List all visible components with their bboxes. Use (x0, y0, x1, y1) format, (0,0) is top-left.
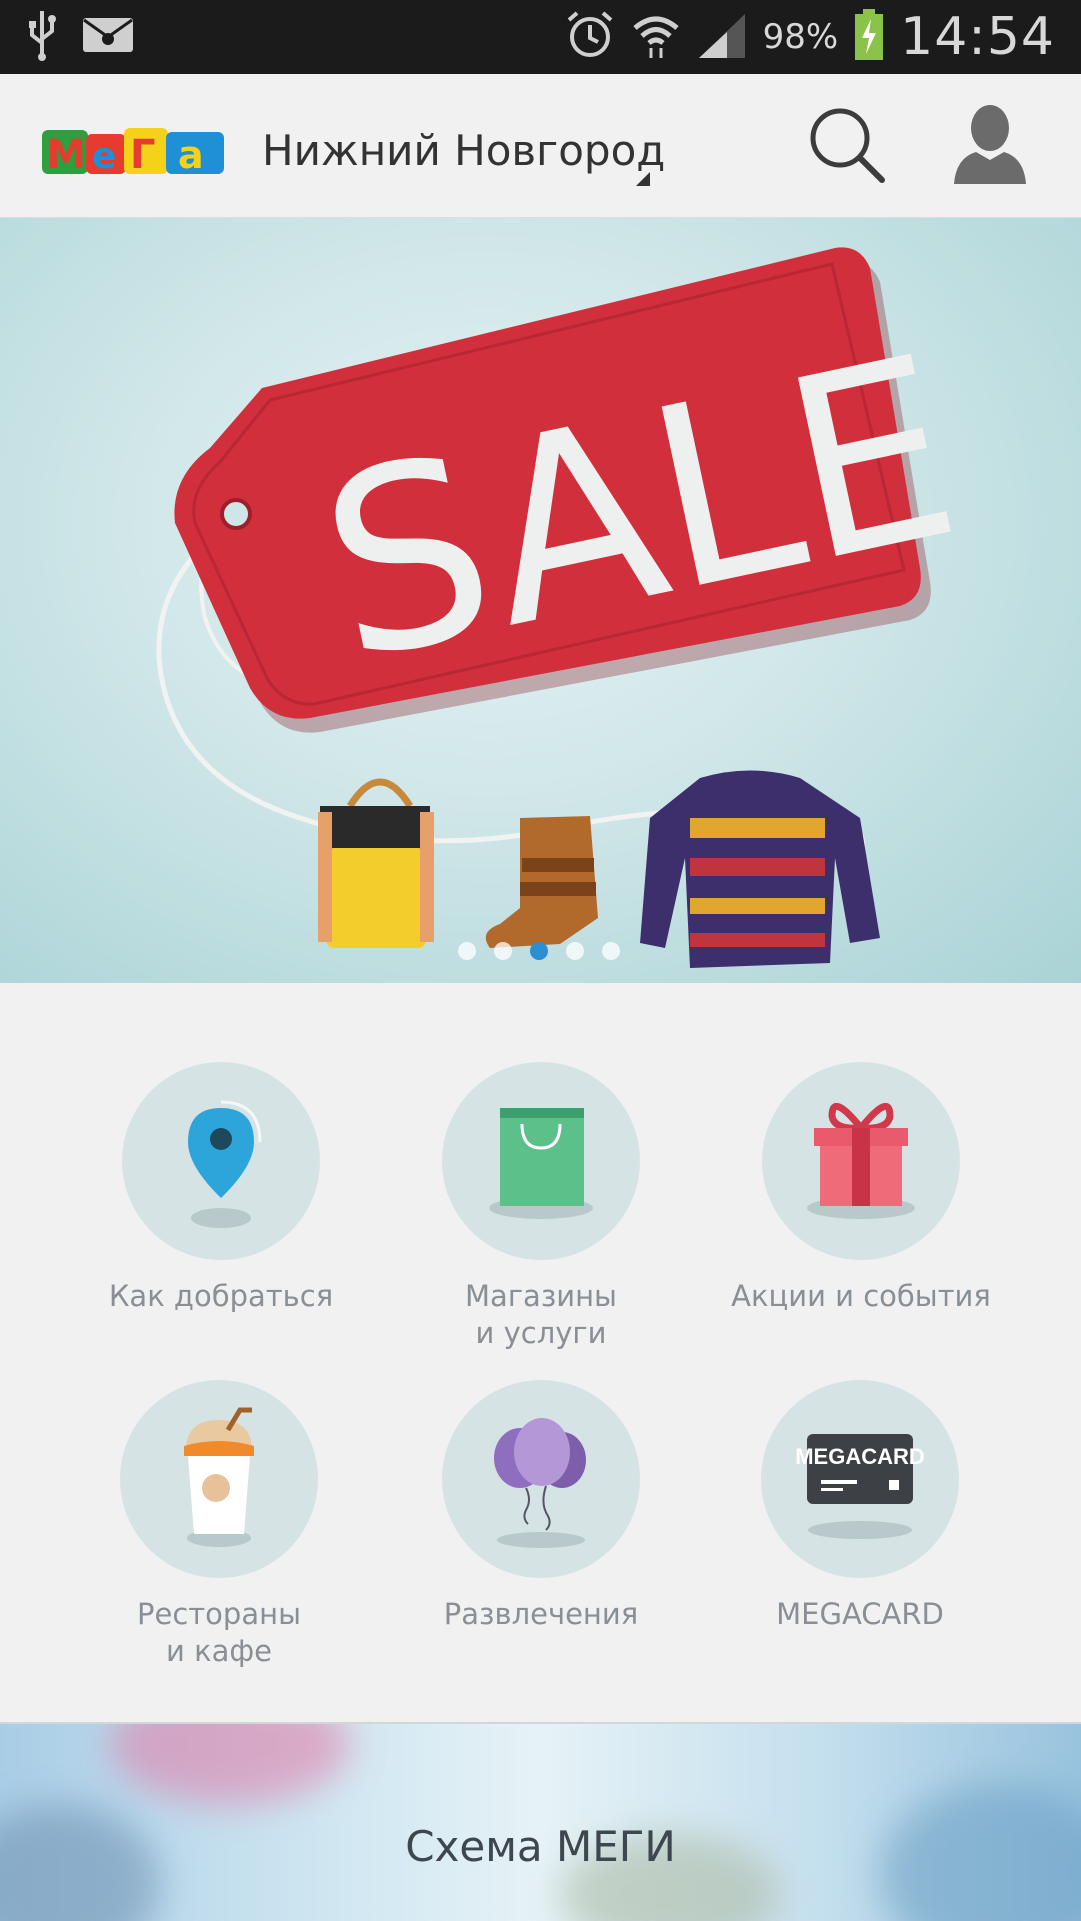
city-dropdown-caret-icon[interactable] (636, 172, 650, 186)
megacard-card-text: MEGACARD (795, 1444, 925, 1469)
shops-circle (442, 1062, 640, 1260)
balloons-icon (494, 1418, 586, 1548)
map-blur-blob (110, 1724, 350, 1804)
mall-map-banner[interactable]: Схема МЕГИ (0, 1722, 1081, 1921)
restaurants-circle (120, 1380, 318, 1578)
tile-entertainment[interactable]: Развлечения (381, 1380, 701, 1633)
carousel-dot-active[interactable] (530, 942, 548, 960)
tile-shops[interactable]: Магазины и услуги (381, 1062, 701, 1352)
svg-text:е: е (92, 136, 116, 177)
battery-percent: 98% (762, 17, 839, 57)
city-selector[interactable]: Нижний Новгород (262, 126, 665, 175)
wifi-icon (631, 10, 681, 65)
status-bar: 98% 14:54 (0, 0, 1081, 74)
tile-events[interactable]: Акции и события (701, 1062, 1021, 1315)
tile-label: Магазины и услуги (465, 1279, 617, 1350)
tile-megacard[interactable]: MEGACARD MEGACARD (700, 1380, 1020, 1633)
carousel-dot[interactable] (458, 942, 476, 960)
events-circle (762, 1062, 960, 1260)
tile-label: Как добраться (108, 1279, 334, 1313)
megacard-circle: MEGACARD (761, 1380, 959, 1578)
shopping-bag-icon (489, 1108, 593, 1219)
user-icon (954, 105, 1026, 184)
tile-restaurants[interactable]: Рестораны и кафе (59, 1380, 379, 1670)
battery-icon (854, 8, 884, 66)
tile-label: Акции и события (731, 1279, 991, 1313)
tile-label: Развлечения (443, 1597, 639, 1631)
entertainment-circle (442, 1380, 640, 1578)
usb-icon (28, 9, 56, 66)
promo-banner[interactable]: SALE (0, 218, 1081, 983)
location-pin-icon (188, 1100, 262, 1228)
search-button[interactable] (808, 106, 886, 184)
app-bar: М е Г а Нижний Новгород (0, 74, 1081, 218)
search-icon (810, 108, 885, 183)
signal-icon (697, 10, 747, 65)
tile-directions[interactable]: Как добраться (61, 1062, 381, 1315)
carousel-indicator (458, 942, 620, 960)
mail-icon (82, 17, 134, 58)
svg-text:М: М (46, 132, 86, 178)
svg-text:Г: Г (130, 132, 156, 178)
profile-button[interactable] (952, 104, 1028, 186)
svg-text:а: а (178, 133, 204, 177)
directions-circle (122, 1062, 320, 1260)
carousel-dot[interactable] (602, 942, 620, 960)
clock: 14:54 (900, 7, 1055, 67)
megacard-icon: MEGACARD (795, 1434, 925, 1539)
mall-map-title: Схема МЕГИ (405, 1822, 676, 1871)
mega-logo[interactable]: М е Г а (42, 122, 226, 178)
carousel-dot[interactable] (566, 942, 584, 960)
drink-cup-icon (184, 1407, 254, 1547)
tile-label: MEGACARD (776, 1597, 944, 1631)
menu-grid: Как добраться Магазины и услуги Акции и (0, 983, 1081, 1723)
alarm-icon (565, 10, 615, 65)
gift-icon (807, 1102, 915, 1219)
tile-label: Рестораны и кафе (137, 1597, 301, 1668)
carousel-dot[interactable] (494, 942, 512, 960)
